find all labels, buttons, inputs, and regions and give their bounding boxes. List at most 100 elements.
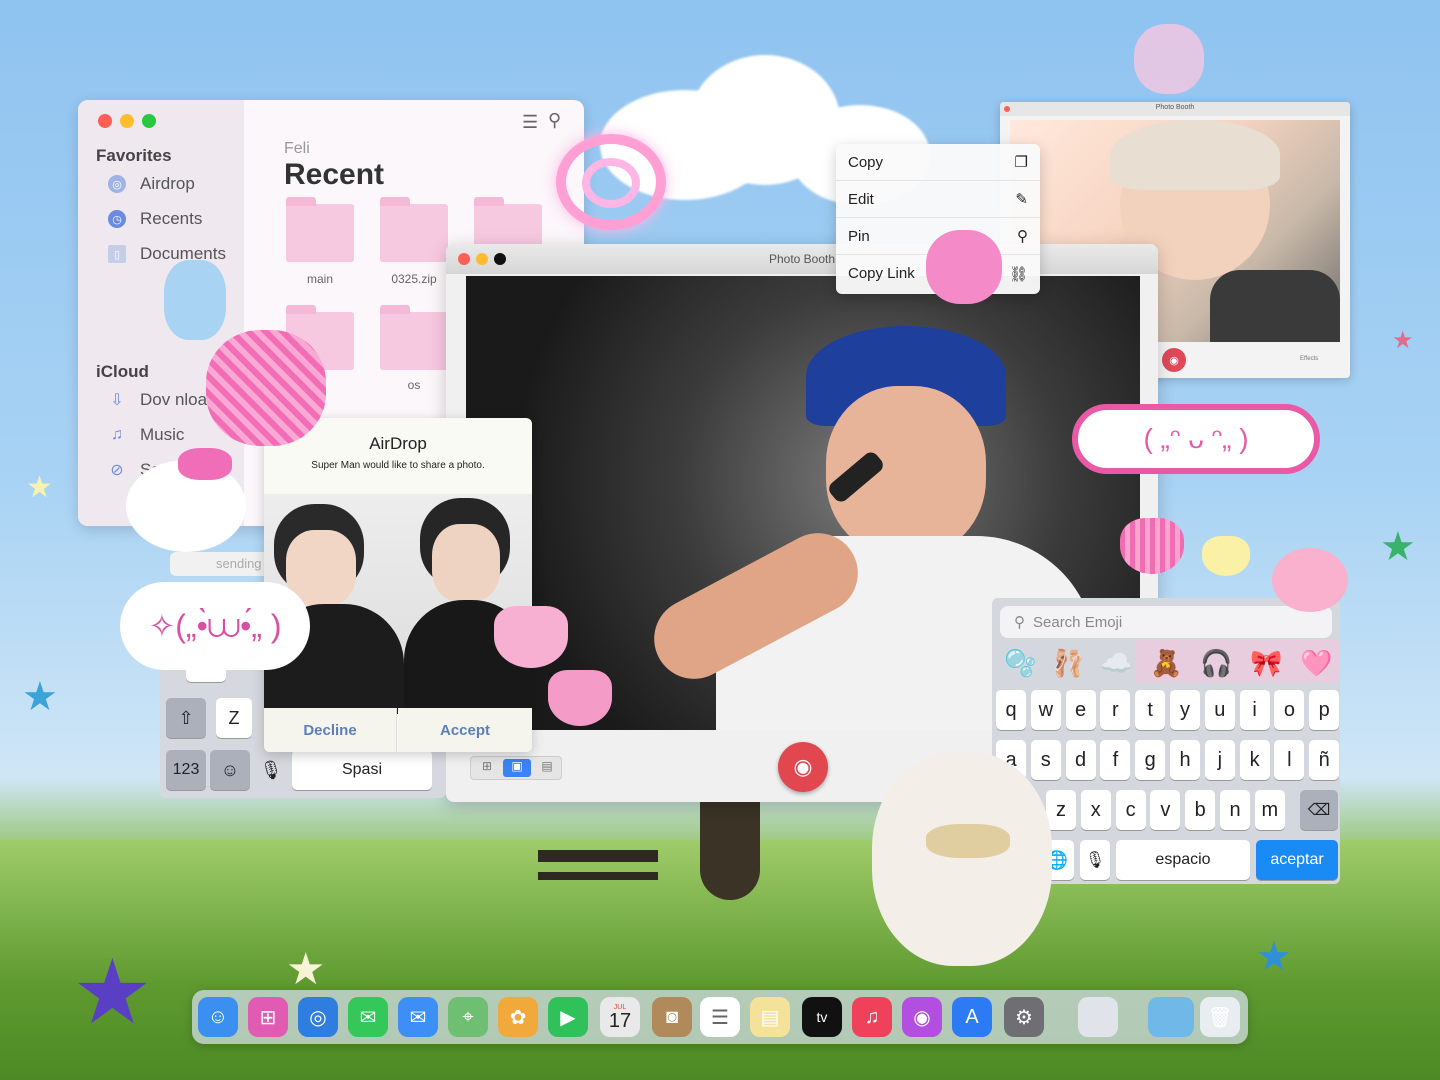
key-z[interactable]: Z bbox=[216, 698, 252, 738]
microphone-icon[interactable]: 🎙 bbox=[256, 750, 286, 790]
shift-key[interactable]: ⇧ bbox=[166, 698, 206, 738]
system-settings-icon[interactable]: ⚙ bbox=[1004, 997, 1044, 1037]
close-button[interactable] bbox=[98, 114, 112, 128]
search-input[interactable]: ⚲ Search Emoji bbox=[1000, 606, 1332, 638]
star-icon: ★ bbox=[1256, 935, 1292, 979]
folder-icon[interactable] bbox=[380, 197, 448, 262]
app-store-icon[interactable]: A bbox=[952, 997, 992, 1037]
key-h[interactable]: h bbox=[1170, 740, 1200, 780]
reminders-icon[interactable]: ☰ bbox=[700, 997, 740, 1037]
music-note-icon: ♫ bbox=[111, 426, 123, 443]
kaomoji-bubble-right: ( „ᵔ ᴗ ᵔ„ ) bbox=[1072, 404, 1320, 474]
menu-item-edit[interactable]: Edit ✎ bbox=[836, 181, 1040, 218]
key-o[interactable]: o bbox=[1274, 690, 1305, 730]
mail-icon[interactable]: ✉ bbox=[398, 997, 438, 1037]
sakura-sticker bbox=[1134, 24, 1204, 94]
key-x[interactable]: x bbox=[1080, 790, 1111, 830]
key-j[interactable]: j bbox=[1204, 740, 1235, 780]
folder-icon[interactable] bbox=[1148, 997, 1194, 1037]
key-w[interactable]: w bbox=[1030, 690, 1061, 730]
bubbles-emoji[interactable]: 🫧 bbox=[1004, 648, 1036, 679]
strip-view-icon[interactable]: ▤ bbox=[533, 759, 561, 777]
key-p[interactable]: p bbox=[1309, 690, 1340, 730]
headphones-emoji[interactable]: 🎧 bbox=[1200, 648, 1232, 679]
space-key[interactable]: Spasi bbox=[292, 750, 432, 790]
trash-icon[interactable]: 🗑 bbox=[1200, 997, 1240, 1037]
sidebar-item-downloads[interactable]: ⇩ Dov nloa bbox=[108, 390, 207, 410]
key-k[interactable]: k bbox=[1239, 740, 1270, 780]
space-key[interactable]: espacio bbox=[1116, 840, 1250, 880]
key-c[interactable]: c bbox=[1115, 790, 1146, 830]
key-z[interactable]: z bbox=[1046, 790, 1076, 830]
key-r[interactable]: r bbox=[1100, 690, 1131, 730]
ribbon-emoji[interactable]: 🎀 bbox=[1250, 648, 1282, 679]
maps-icon[interactable]: ⌖ bbox=[448, 997, 488, 1037]
download-icon: ⇩ bbox=[110, 392, 124, 409]
search-icon[interactable]: ⚲ bbox=[548, 110, 561, 131]
folder-icon[interactable] bbox=[380, 305, 448, 370]
single-view-icon[interactable]: ▣ bbox=[503, 759, 531, 777]
key-y[interactable]: y bbox=[1170, 690, 1200, 730]
accept-key[interactable]: aceptar bbox=[1256, 840, 1338, 880]
key-u[interactable]: u bbox=[1204, 690, 1235, 730]
sidebar-item-label: Recents bbox=[140, 209, 203, 228]
cloud-emoji[interactable]: ☁️ bbox=[1100, 648, 1132, 679]
microphone-icon[interactable]: 🎙 bbox=[1080, 840, 1110, 880]
menu-item-copy[interactable]: Copy ❐ bbox=[836, 144, 1040, 181]
ballet-shoes-emoji[interactable]: 🩰 bbox=[1052, 648, 1084, 679]
camera-shutter-button[interactable]: ◉ bbox=[778, 742, 828, 792]
key-d[interactable]: d bbox=[1065, 740, 1096, 780]
podcasts-icon[interactable]: ◉ bbox=[902, 997, 942, 1037]
music-icon[interactable]: ♫ bbox=[852, 997, 892, 1037]
safari-icon[interactable]: ◎ bbox=[298, 997, 338, 1037]
teddy-bear-emoji[interactable]: 🧸 bbox=[1150, 648, 1182, 679]
grid-view-icon[interactable]: ⊞ bbox=[473, 759, 501, 777]
key-v[interactable]: v bbox=[1150, 790, 1181, 830]
key-t[interactable]: t bbox=[1135, 690, 1166, 730]
minimize-button[interactable] bbox=[120, 114, 134, 128]
key-b[interactable]: b bbox=[1185, 790, 1216, 830]
notes-icon[interactable]: ▤ bbox=[750, 997, 790, 1037]
contacts-icon[interactable]: ◙ bbox=[652, 997, 692, 1037]
camera-shutter-button[interactable]: ◉ bbox=[1162, 348, 1186, 372]
sidebar-item-recents[interactable]: ◷ Recents bbox=[108, 209, 202, 229]
accept-button[interactable]: Accept bbox=[398, 708, 532, 752]
sidebar-item-music[interactable]: ♫ Music bbox=[108, 425, 184, 445]
apple-tv-icon[interactable]: tv bbox=[802, 997, 842, 1037]
key-l[interactable]: l bbox=[1274, 740, 1305, 780]
bunny-bow-icon bbox=[926, 824, 1010, 858]
pink-heart-emoji[interactable]: 🩷 bbox=[1300, 648, 1332, 679]
sending-status: sending bbox=[170, 552, 270, 576]
messages-icon[interactable]: ✉ bbox=[348, 997, 388, 1037]
key-i[interactable]: i bbox=[1239, 690, 1270, 730]
key-e[interactable]: e bbox=[1065, 690, 1096, 730]
key-f[interactable]: f bbox=[1100, 740, 1131, 780]
zoom-button[interactable] bbox=[142, 114, 156, 128]
numbers-key[interactable]: 123 bbox=[166, 750, 206, 790]
pink-flower-sticker bbox=[926, 230, 1002, 304]
list-view-icon[interactable]: ☰ bbox=[522, 112, 538, 133]
key-m[interactable]: m bbox=[1254, 790, 1285, 830]
kaomoji-text: ( „ᵔ ᴗ ᵔ„ ) bbox=[1143, 423, 1249, 454]
key-s[interactable]: s bbox=[1030, 740, 1061, 780]
decline-button[interactable]: Decline bbox=[264, 708, 397, 752]
sidebar-item-airdrop[interactable]: ◎ Airdrop bbox=[108, 174, 195, 194]
key-q[interactable]: q bbox=[996, 690, 1026, 730]
launchpad-icon[interactable]: ⊞ bbox=[248, 997, 288, 1037]
key-n[interactable]: n bbox=[1220, 790, 1250, 830]
preview-icon[interactable] bbox=[1078, 997, 1118, 1037]
tv-label: tv bbox=[816, 1009, 828, 1025]
tree-trunk bbox=[700, 790, 760, 900]
delete-key[interactable]: ⌫ bbox=[1300, 790, 1338, 830]
facetime-icon[interactable]: ▶ bbox=[548, 997, 588, 1037]
key-ñ[interactable]: ñ bbox=[1309, 740, 1340, 780]
calendar-icon[interactable]: JUL 17 bbox=[600, 997, 640, 1037]
folder-icon[interactable] bbox=[286, 197, 354, 262]
emoji-key[interactable]: ☺ bbox=[210, 750, 250, 790]
menu-item-label: Pin bbox=[848, 227, 870, 245]
photos-icon[interactable]: ✿ bbox=[498, 997, 538, 1037]
key-g[interactable]: g bbox=[1135, 740, 1166, 780]
finder-icon[interactable]: ☺ bbox=[198, 997, 238, 1037]
effects-button[interactable]: Effects bbox=[1300, 356, 1318, 362]
pink-flower-sticker bbox=[206, 330, 326, 446]
